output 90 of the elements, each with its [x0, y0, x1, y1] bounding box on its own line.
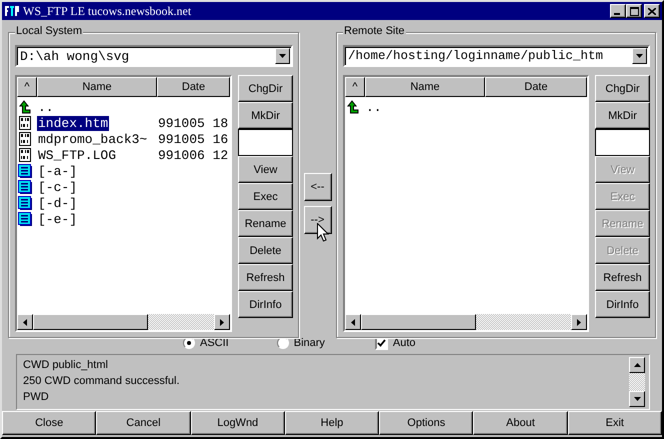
up-arrow-icon [634, 363, 640, 367]
path-combo[interactable]: /home/hosting/loginname/public_htm [343, 45, 650, 67]
dropdown-button[interactable] [632, 48, 647, 64]
side-button[interactable]: Delete [238, 237, 293, 264]
file-date: 991005 18 [158, 116, 228, 130]
scroll-down-button[interactable] [629, 391, 645, 407]
binary-file-icon [18, 116, 32, 130]
action-button[interactable]: LogWnd [190, 411, 285, 435]
maximize-icon [630, 6, 638, 16]
path-combo[interactable]: D:\ah wong\svg [15, 45, 293, 67]
scroll-left-button[interactable] [345, 314, 361, 330]
drive-icon [18, 164, 32, 178]
left-arrow-icon [23, 318, 27, 326]
up-arrow-icon [18, 100, 32, 114]
column-header[interactable]: Date [485, 77, 587, 97]
right-arrow-icon [220, 318, 224, 326]
mouse-cursor-icon [317, 223, 329, 242]
drive-icon [18, 212, 32, 226]
file-name[interactable]: index.htm [37, 116, 110, 130]
action-button[interactable]: Options [379, 411, 474, 435]
scroll-right-button[interactable] [214, 314, 230, 330]
side-button[interactable]: ChgDir [595, 75, 650, 102]
horizontal-scrollbar[interactable] [17, 314, 230, 330]
path-text: D:\ah wong\svg [20, 48, 130, 64]
drive-icon [18, 180, 32, 194]
action-button[interactable]: Cancel [96, 411, 191, 435]
input-field[interactable] [595, 129, 650, 156]
input-field[interactable] [238, 129, 293, 156]
column-header[interactable]: Date [157, 77, 230, 97]
sort-header[interactable]: ^ [345, 77, 365, 97]
down-arrow-icon [634, 397, 640, 401]
file-name[interactable]: [-e-] [37, 212, 78, 226]
scroll-thumb[interactable] [361, 314, 476, 330]
checkmark-icon [376, 339, 386, 347]
file-date: 991005 16 [158, 132, 228, 146]
action-button[interactable]: About [473, 411, 568, 435]
side-button[interactable]: Refresh [238, 264, 293, 291]
path-text: /home/hosting/loginname/public_htm [348, 49, 604, 63]
horizontal-scrollbar[interactable] [345, 314, 587, 330]
left-arrow-icon [351, 318, 355, 326]
window-title: WS_FTP LE tucows.newsbook.net [23, 4, 192, 18]
close-button[interactable] [644, 4, 660, 18]
side-button[interactable]: ChgDir [238, 75, 293, 102]
binary-file-icon [18, 148, 32, 162]
scroll-thumb[interactable] [33, 314, 148, 330]
file-name[interactable]: mdpromo_back3~ [37, 132, 148, 146]
action-button[interactable]: Close [2, 411, 96, 435]
action-button[interactable]: Help [284, 411, 380, 435]
binary-file-icon [18, 132, 32, 146]
drive-icon [18, 196, 32, 210]
sort-header[interactable]: ^ [17, 77, 37, 97]
up-arrow-icon [346, 100, 360, 114]
right-arrow-icon [577, 318, 581, 326]
dropdown-arrow-icon [636, 54, 643, 58]
close-icon [648, 8, 656, 14]
checkbox-label[interactable]: Auto [392, 337, 416, 349]
transfer-button[interactable]: --> [304, 206, 332, 234]
log-line: PWD [23, 390, 50, 405]
side-button[interactable]: DirInfo [595, 291, 650, 318]
scroll-right-button[interactable] [571, 314, 587, 330]
minimize-button[interactable] [610, 4, 626, 18]
app-icon [4, 4, 20, 18]
scroll-left-button[interactable] [17, 314, 33, 330]
dropdown-arrow-icon [279, 54, 286, 58]
file-name[interactable]: .. [365, 100, 383, 114]
file-name[interactable]: WS_FTP.LOG [37, 148, 118, 162]
group-label: Local System [15, 25, 84, 37]
side-button[interactable]: DirInfo [238, 291, 293, 318]
column-header[interactable]: Name [37, 77, 157, 97]
radio-label[interactable]: Binary [294, 337, 325, 349]
side-button[interactable]: MkDir [238, 102, 293, 129]
side-button[interactable]: Exec [238, 183, 293, 210]
file-name[interactable]: [-c-] [37, 180, 78, 194]
log-line: CWD public_html [23, 358, 109, 373]
file-name[interactable]: [-a-] [37, 164, 78, 178]
file-name[interactable]: .. [37, 100, 55, 114]
side-button[interactable]: MkDir [595, 102, 650, 129]
dropdown-button[interactable] [275, 48, 290, 64]
scroll-up-button[interactable] [629, 357, 645, 373]
column-header[interactable]: Name [365, 77, 485, 97]
side-button[interactable]: Rename [238, 210, 293, 237]
action-button[interactable]: Exit [568, 411, 662, 435]
transfer-button[interactable]: <-- [304, 173, 332, 201]
file-date: 991006 12 [158, 148, 228, 162]
side-button[interactable]: Refresh [595, 264, 650, 291]
log-line: 250 CWD command successful. [23, 374, 180, 389]
maximize-button[interactable] [626, 4, 642, 18]
side-button[interactable]: View [238, 156, 293, 183]
group-label: Remote Site [343, 25, 406, 37]
file-name[interactable]: [-d-] [37, 196, 78, 210]
